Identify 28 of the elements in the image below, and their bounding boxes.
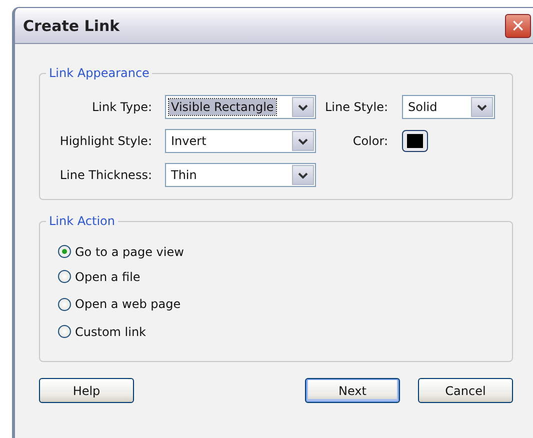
chevron-down-icon xyxy=(298,138,308,144)
chevron-down-icon xyxy=(477,104,487,110)
radio-option[interactable]: Custom link xyxy=(58,324,146,338)
dialog-button[interactable]: Next xyxy=(305,378,400,403)
radio-button[interactable] xyxy=(58,245,71,258)
color-swatch[interactable] xyxy=(402,130,428,152)
dropdown[interactable]: Thin xyxy=(165,163,316,187)
field-label: Link Type: xyxy=(91,100,153,114)
radio-option[interactable]: Go to a page view xyxy=(58,244,184,258)
group-title: Link Action xyxy=(46,214,118,228)
group-title: Link Appearance xyxy=(46,66,152,80)
dialog-button[interactable]: Help xyxy=(39,378,134,403)
dropdown[interactable]: Visible Rectangle xyxy=(165,95,316,119)
radio-option[interactable]: Open a web page xyxy=(58,297,181,311)
dropdown[interactable]: Invert xyxy=(165,129,316,153)
field-label: Color: xyxy=(352,134,389,148)
radio-button[interactable] xyxy=(58,298,71,310)
dropdown[interactable]: Solid xyxy=(402,95,495,119)
radio-button[interactable] xyxy=(58,270,71,283)
field-label: Highlight Style: xyxy=(58,134,153,148)
field-label: Line Thickness: xyxy=(58,168,153,182)
radio-button[interactable] xyxy=(58,325,71,338)
chevron-down-icon xyxy=(298,172,308,178)
chevron-down-icon xyxy=(298,104,308,110)
window-title: Create Link xyxy=(23,16,120,34)
dialog-button[interactable]: Cancel xyxy=(418,378,513,403)
radio-option[interactable]: Open a file xyxy=(58,270,140,284)
field-label: Line Style: xyxy=(324,100,389,114)
